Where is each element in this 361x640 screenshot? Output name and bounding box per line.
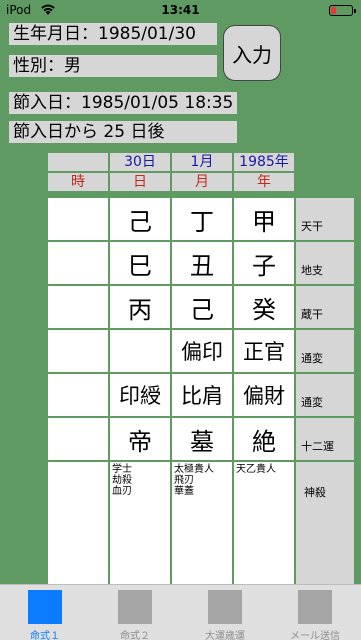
tab-label: 命式１ (30, 631, 60, 640)
tenkan-hour (48, 198, 108, 240)
tab-meishiki2[interactable]: 命式２ (90, 585, 180, 640)
zoukan-day: 丙 (110, 286, 170, 328)
tsuhen2-month: 比肩 (172, 374, 232, 416)
meishiki-grid: 己 丁 甲 天干 巳 丑 子 地支 丙 己 癸 蔵干 偏印 正官 通変 印綬 比… (48, 196, 354, 584)
shinsatsu-day-item: 劫殺 (112, 475, 132, 486)
header-day-value: 30日 (110, 153, 170, 171)
tsuhen2-row-label: 通変 (296, 374, 354, 416)
header-hour-label: 時 (48, 173, 108, 191)
battery-icon (329, 5, 356, 16)
juniun-hour (48, 418, 108, 460)
header-month-value: 1月 (172, 153, 232, 171)
header-year-label: 年 (234, 173, 294, 191)
tsuhen2-day: 印綬 (110, 374, 170, 416)
header-hour-value (48, 153, 108, 171)
days-after-setsuiri: 節入日から 25 日後 (9, 121, 237, 143)
tsuhen1-month: 偏印 (172, 330, 232, 372)
tsuhen2-hour (48, 374, 108, 416)
shinsatsu-row-label: 神殺 (296, 462, 354, 584)
tsuhen1-day (110, 330, 170, 372)
status-bar: iPod 13:41 (0, 0, 361, 20)
juniun-row-label: 十二運 (296, 418, 354, 460)
shinsatsu-day-item: 学士 (112, 464, 132, 475)
shinsatsu-year-item: 天乙貴人 (236, 464, 276, 475)
header-day-label: 日 (110, 173, 170, 191)
tsuhen2-year: 偏財 (234, 374, 294, 416)
mail-tab-icon (298, 590, 332, 624)
shinsatsu-month-item: 飛刃 (174, 475, 194, 486)
shinsatsu-year: 天乙貴人 (234, 462, 294, 584)
shinsatsu-month-item: 華蓋 (174, 486, 194, 497)
tsuhen1-hour (48, 330, 108, 372)
status-time: 13:41 (161, 3, 200, 17)
tab-label: 命式２ (120, 631, 150, 640)
tab-label: 大運歳運 (205, 631, 245, 640)
chishi-row-label: 地支 (296, 242, 354, 284)
shinsatsu-hour (48, 462, 108, 584)
shinsatsu-month-item: 太極貴人 (174, 464, 214, 475)
juniun-month: 墓 (172, 418, 232, 460)
meishiki1-tab-icon (28, 590, 62, 624)
tab-label: メール送信 (290, 631, 340, 640)
tsuhen1-row-label: 通変 (296, 330, 354, 372)
tenkan-year: 甲 (234, 198, 294, 240)
birthdate-display: 生年月日：1985/01/30 (9, 23, 217, 45)
shinsatsu-day-item: 血刃 (112, 486, 132, 497)
zoukan-row-label: 蔵干 (296, 286, 354, 328)
shinsatsu-month: 太極貴人 飛刃 華蓋 (172, 462, 232, 584)
juniun-day: 帝 (110, 418, 170, 460)
tab-meishiki1[interactable]: 命式１ (0, 585, 90, 640)
meishiki2-tab-icon (118, 590, 152, 624)
tab-bar: 命式１ 命式２ 大運歳運 メール送信 (0, 584, 361, 640)
chishi-hour (48, 242, 108, 284)
juniun-year: 絶 (234, 418, 294, 460)
tenkan-month: 丁 (172, 198, 232, 240)
header-year-value: 1985年 (234, 153, 294, 171)
gender-display: 性別：男 (9, 55, 217, 77)
shinsatsu-day: 学士 劫殺 血刃 (110, 462, 170, 584)
setsuiri-date-display: 節入日：1985/01/05 18:35 (9, 92, 237, 114)
zoukan-month: 己 (172, 286, 232, 328)
zoukan-year: 癸 (234, 286, 294, 328)
chishi-day: 巳 (110, 242, 170, 284)
tab-taiun-saiun[interactable]: 大運歳運 (180, 585, 270, 640)
input-button[interactable]: 入力 (223, 25, 281, 81)
taiun-tab-icon (208, 590, 242, 624)
header-month-label: 月 (172, 173, 232, 191)
tab-mail-send[interactable]: メール送信 (270, 585, 360, 640)
chishi-month: 丑 (172, 242, 232, 284)
zoukan-hour (48, 286, 108, 328)
chishi-year: 子 (234, 242, 294, 284)
tenkan-day: 己 (110, 198, 170, 240)
tsuhen1-year: 正官 (234, 330, 294, 372)
tenkan-row-label: 天干 (296, 198, 354, 240)
